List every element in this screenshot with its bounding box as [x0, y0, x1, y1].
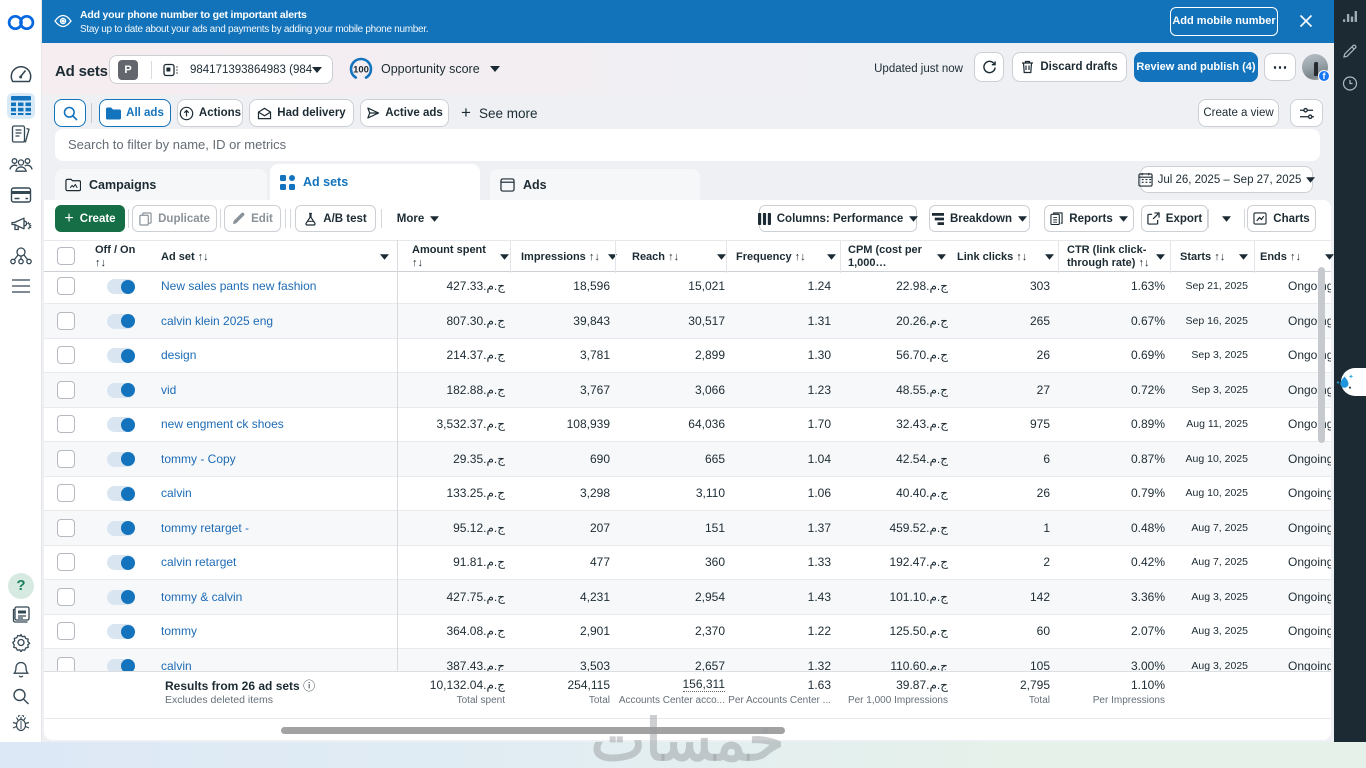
- svg-text:100: 100: [353, 65, 369, 76]
